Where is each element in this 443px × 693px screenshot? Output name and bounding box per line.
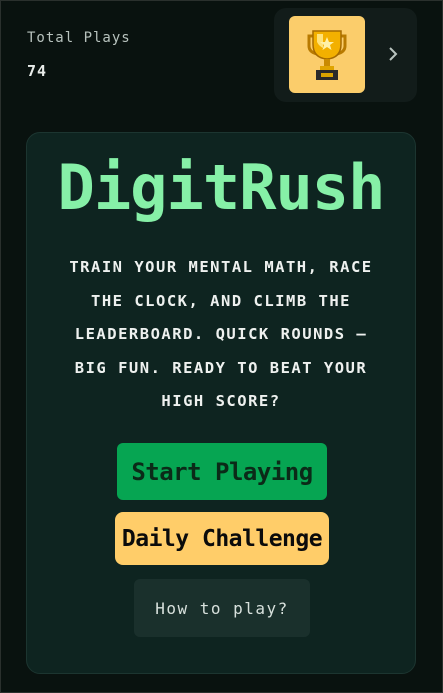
- start-playing-button[interactable]: Start Playing: [117, 443, 327, 500]
- chevron-right-icon[interactable]: [386, 42, 400, 66]
- how-to-play-button[interactable]: How to play?: [134, 579, 310, 637]
- daily-challenge-button[interactable]: Daily Challenge: [115, 512, 329, 565]
- trophy-tile: [289, 16, 365, 93]
- total-plays-label: Total Plays: [27, 30, 131, 46]
- trophy-icon: [307, 29, 347, 80]
- app-title: DigitRush: [57, 151, 386, 224]
- hero-card: DigitRush Train your mental math, race t…: [26, 132, 416, 674]
- total-plays-value: 74: [27, 62, 48, 80]
- app-description: Train your mental math, race the clock, …: [69, 258, 373, 410]
- leaderboard-button[interactable]: [274, 8, 417, 102]
- total-plays-stat: Total Plays 74: [27, 30, 131, 80]
